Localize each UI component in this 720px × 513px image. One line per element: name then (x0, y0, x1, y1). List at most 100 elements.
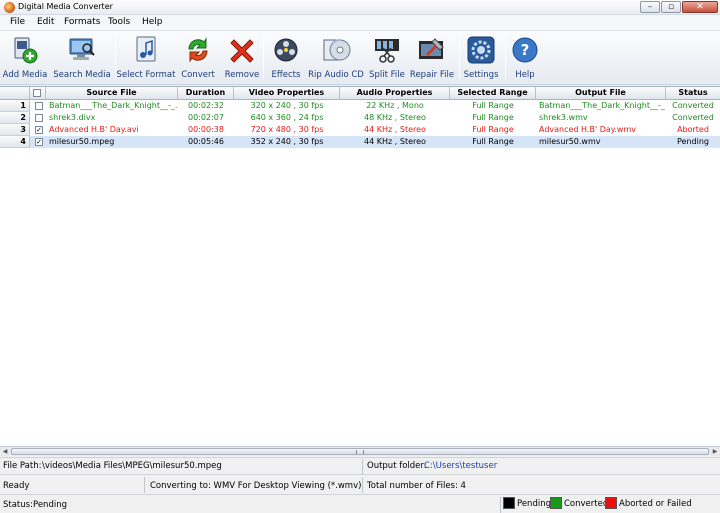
media-table: Source File Duration Video Properties Au… (0, 86, 720, 446)
rip-audio-cd-button[interactable]: Rip Audio CD (308, 33, 364, 83)
output-folder-label: Output folder: (367, 461, 427, 471)
table-row[interactable]: 4 ✓ milesur50.mpeg 00:05:46 352 x 240 , … (0, 136, 720, 148)
column-header-selected-range[interactable]: Selected Range (450, 87, 536, 100)
horizontal-scrollbar[interactable]: ◀ ▶ (0, 446, 720, 456)
aborted-legend-label: Aborted or Failed (619, 499, 692, 509)
file-path-value: \videos\Media Files\MPEG\milesur50.mpeg (42, 461, 222, 471)
help-icon: ? (512, 37, 538, 63)
output-folder-link[interactable]: C:\Users\testuser (424, 461, 497, 471)
duration-cell: 00:05:46 (188, 137, 224, 146)
menu-formats[interactable]: Formats (64, 17, 100, 27)
add-media-label: Add Media (2, 70, 48, 80)
column-header-status[interactable]: Status (666, 87, 720, 100)
status-cell: Pending (677, 137, 709, 146)
conversion-info-panel: Ready Converting to: WMV For Desktop Vie… (0, 474, 720, 494)
video-properties-cell: 352 x 240 , 30 fps (250, 137, 324, 146)
window-controls: – ▫ ✕ (639, 1, 718, 13)
video-properties-cell: 640 x 360 , 24 fps (250, 113, 324, 122)
audio-properties-cell: 44 KHz , Stereo (364, 125, 426, 134)
column-header-output-file[interactable]: Output File (536, 87, 666, 100)
source-file-cell: Batman___The_Dark_Knight__-_... (49, 101, 177, 110)
status-label: Status: (3, 500, 33, 510)
select-format-button[interactable]: Select Format (117, 33, 175, 83)
menu-help[interactable]: Help (142, 17, 163, 27)
status-cell: Aborted (677, 125, 709, 134)
ready-status: Ready (3, 481, 30, 491)
menu-bar: File Edit Formats Tools Help (0, 15, 720, 31)
help-button[interactable]: ? Help (505, 33, 545, 83)
app-logo-icon (4, 2, 15, 13)
row-checkbox[interactable] (35, 114, 43, 122)
menu-file[interactable]: File (10, 17, 25, 27)
maximize-button[interactable]: ▫ (661, 1, 681, 13)
menu-tools[interactable]: Tools (108, 17, 130, 27)
add-media-button[interactable]: Add Media (3, 33, 47, 83)
total-files-text: Total number of Files: 4 (367, 481, 466, 491)
menu-edit[interactable]: Edit (37, 17, 54, 27)
window-title: Digital Media Converter (18, 2, 113, 11)
search-media-button[interactable]: Search Media (53, 33, 111, 83)
status-cell: Converted (672, 101, 714, 110)
row-checkbox[interactable]: ✓ (35, 138, 43, 146)
help-label: Help (515, 70, 535, 80)
audio-properties-cell: 22 KHz , Mono (366, 101, 424, 110)
table-row[interactable]: 3 ✓ Advanced H.B' Day.avi 00:00:38 720 x… (0, 124, 720, 136)
row-checkbox[interactable]: ✓ (35, 126, 43, 134)
settings-icon (467, 36, 495, 64)
scrollbar-grip-icon (356, 450, 364, 454)
selected-range-cell: Full Range (472, 125, 514, 134)
video-properties-cell: 720 x 480 , 30 fps (250, 125, 324, 134)
select-all-header[interactable] (30, 87, 46, 100)
row-number: 3 (0, 124, 30, 136)
repair-file-button[interactable]: Repair File (410, 33, 454, 83)
row-number: 2 (0, 112, 30, 124)
table-row[interactable]: 1 Batman___The_Dark_Knight__-_... 00:02:… (0, 100, 720, 112)
select-all-checkbox[interactable] (33, 89, 41, 97)
select-format-icon (136, 36, 156, 62)
effects-icon (274, 38, 298, 62)
scroll-left-icon[interactable]: ◀ (0, 447, 10, 456)
table-row[interactable]: 2 shrek3.divx 00:02:07 640 x 360 , 24 fp… (0, 112, 720, 124)
close-button[interactable]: ✕ (682, 1, 718, 13)
converted-legend-label: Converted (564, 499, 609, 509)
column-header-video-properties[interactable]: Video Properties (234, 87, 340, 100)
remove-icon (230, 39, 254, 63)
duration-cell: 00:02:07 (188, 113, 224, 122)
add-media-icon (14, 37, 38, 64)
row-number: 1 (0, 100, 30, 112)
row-number-header (0, 87, 30, 100)
toolbar: Add Media Search Media Select Format Con… (0, 31, 720, 85)
selected-range-cell: Full Range (472, 113, 514, 122)
effects-button[interactable]: Effects (266, 33, 306, 83)
selected-range-cell: Full Range (472, 101, 514, 110)
aborted-legend-swatch (605, 497, 617, 509)
duration-cell: 00:00:38 (188, 125, 224, 134)
select-format-label: Select Format (116, 70, 176, 80)
column-header-source-file[interactable]: Source File (46, 87, 178, 100)
panel-divider (500, 497, 501, 513)
search-media-label: Search Media (53, 70, 111, 80)
rip-audio-cd-icon (323, 38, 351, 61)
row-checkbox[interactable] (35, 102, 43, 110)
panel-divider (362, 459, 363, 474)
output-file-cell: milesur50.wmv (539, 137, 601, 146)
source-file-cell: milesur50.mpeg (49, 137, 115, 146)
pending-legend-label: Pending (517, 499, 551, 509)
output-file-cell: Batman___The_Dark_Knight__-_... (539, 101, 665, 110)
convert-icon (188, 37, 208, 63)
split-file-button[interactable]: Split File (367, 33, 407, 83)
search-media-icon (69, 38, 95, 60)
scrollbar-thumb[interactable] (11, 448, 709, 455)
row-number: 4 (0, 136, 30, 148)
duration-cell: 00:02:32 (188, 101, 224, 110)
column-header-duration[interactable]: Duration (178, 87, 234, 100)
source-file-cell: Advanced H.B' Day.avi (49, 125, 139, 134)
scroll-right-icon[interactable]: ▶ (710, 447, 720, 456)
pending-legend-swatch (503, 497, 515, 509)
split-file-icon (375, 39, 399, 63)
minimize-button[interactable]: – (640, 1, 660, 13)
file-path-panel: File Path: \videos\Media Files\MPEG\mile… (0, 457, 720, 474)
column-header-audio-properties[interactable]: Audio Properties (340, 87, 450, 100)
converted-legend-swatch (550, 497, 562, 509)
status-cell: Converted (672, 113, 714, 122)
